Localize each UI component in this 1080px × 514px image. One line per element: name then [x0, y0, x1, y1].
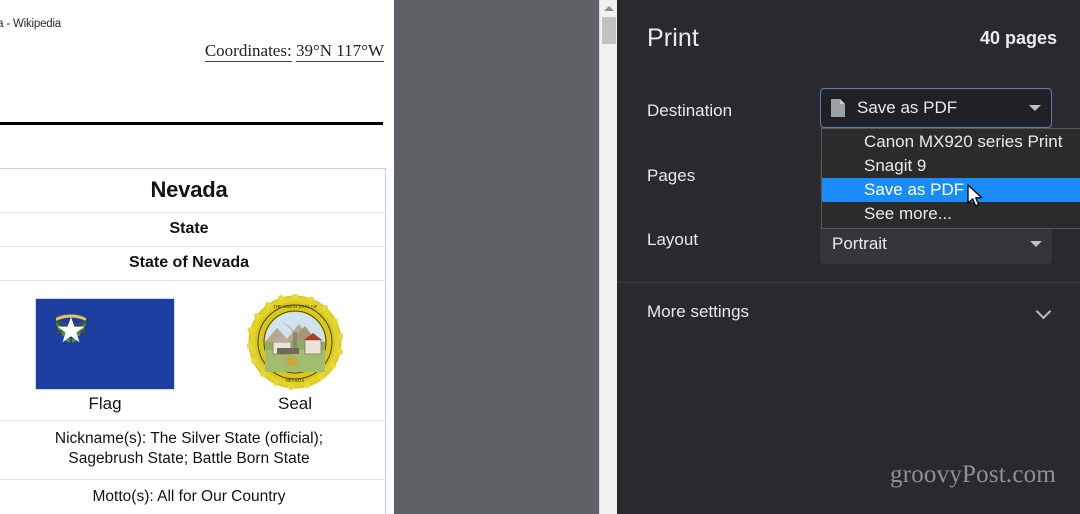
destination-select[interactable]: Save as PDF	[820, 88, 1052, 128]
infobox-title: Nevada	[0, 169, 385, 213]
horizontal-rule	[0, 122, 383, 125]
page-title: Print	[647, 24, 699, 52]
triangle-up-icon[interactable]	[600, 0, 617, 16]
chevron-down-icon[interactable]	[1035, 303, 1052, 320]
layout-value: Portrait	[832, 234, 887, 253]
coordinates-line: Coordinates: 39°N 117°W	[204, 41, 384, 62]
more-settings-row[interactable]: More settings	[617, 296, 1080, 330]
destination-dropdown-list[interactable]: Canon MX920 series Print Snagit 9 Save a…	[821, 128, 1080, 229]
pages-label: Pages	[647, 166, 696, 185]
infobox-emblems-row: Flag THE GREAT SEAL OF NEVADA Seal	[0, 281, 385, 421]
document-icon	[830, 98, 846, 118]
destination-value: Save as PDF	[857, 98, 958, 117]
preview-background-gutter	[394, 0, 599, 514]
page-count-label: 40 pages	[979, 28, 1057, 48]
infobox-subtitle: State	[0, 213, 385, 247]
print-dialog-header: Print 40 pages	[617, 0, 1080, 76]
dropdown-option-see-more[interactable]: See more...	[822, 202, 1080, 226]
wikipedia-infobox: Nevada State State of Nevada Flag THE GR…	[0, 168, 386, 514]
coordinates-value: 39°N 117°W	[295, 41, 384, 62]
infobox-nickname-row: Nickname(s): The Silver State (official)…	[0, 421, 385, 480]
layout-row: Layout Portrait	[617, 224, 1080, 264]
nevada-seal-icon: THE GREAT SEAL OF NEVADA	[246, 293, 344, 390]
infobox-nickname-line-1: Nickname(s): The Silver State (official)…	[54, 429, 324, 447]
chevron-down-icon	[1029, 105, 1041, 111]
print-preview-screen: evada - Wikipedia Coordinates: 39°N 117°…	[0, 0, 1080, 514]
coordinates-label: Coordinates:	[204, 41, 292, 62]
dropdown-option-snagit[interactable]: Snagit 9	[822, 154, 1080, 178]
infobox-flag-emblem: Flag	[35, 298, 175, 414]
svg-text:THE GREAT SEAL OF: THE GREAT SEAL OF	[273, 304, 318, 309]
svg-text:NEVADA: NEVADA	[286, 378, 305, 383]
seal-caption: Seal	[277, 394, 313, 413]
layout-label: Layout	[647, 230, 699, 249]
dropdown-option-save-as-pdf[interactable]: Save as PDF	[822, 178, 1080, 202]
infobox-seal-emblem: THE GREAT SEAL OF NEVADA Seal	[246, 293, 344, 414]
scrollbar-thumb[interactable]	[602, 17, 616, 44]
more-settings-label: More settings	[647, 302, 750, 321]
infobox-official-name: State of Nevada	[0, 247, 385, 281]
infobox-motto-row: Motto(s): All for Our Country	[0, 480, 385, 514]
preview-scrollbar[interactable]	[599, 0, 617, 514]
chevron-down-icon	[1030, 241, 1042, 247]
print-preview-page: evada - Wikipedia Coordinates: 39°N 117°…	[0, 0, 394, 514]
section-divider	[617, 282, 1080, 283]
layout-select[interactable]: Portrait	[820, 224, 1052, 264]
dropdown-option-canon[interactable]: Canon MX920 series Print	[822, 130, 1080, 154]
document-header-title: evada - Wikipedia	[0, 18, 62, 30]
destination-label: Destination	[647, 101, 733, 120]
watermark: groovyPost.com	[890, 461, 1056, 488]
print-dialog: Print 40 pages Destination Save as PDF P…	[617, 0, 1080, 514]
infobox-nickname-line-2: Sagebrush State; Battle Born State	[68, 450, 310, 468]
nevada-flag-icon	[35, 298, 175, 390]
flag-caption: Flag	[88, 394, 122, 413]
